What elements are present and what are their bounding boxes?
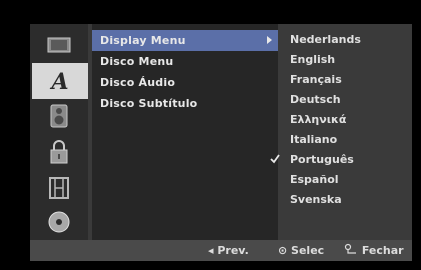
- option-greek[interactable]: Ελληνικά: [282, 110, 412, 130]
- option-svenska[interactable]: Svenska: [282, 190, 412, 210]
- option-label: Nederlands: [290, 33, 361, 46]
- category-sidebar: A: [30, 24, 88, 240]
- lock-icon[interactable]: [34, 136, 84, 168]
- svg-text:A: A: [49, 69, 68, 95]
- language-options: Nederlands English Français Deutsch Ελλη…: [270, 24, 412, 240]
- select-hint[interactable]: ⊙ Selec: [278, 240, 324, 261]
- language-icon[interactable]: A: [32, 63, 88, 99]
- disc-icon[interactable]: [34, 206, 84, 238]
- option-nederlands[interactable]: Nederlands: [282, 30, 412, 50]
- option-deutsch[interactable]: Deutsch: [282, 90, 412, 110]
- option-label: Deutsch: [290, 93, 341, 106]
- menu-item-disco-audio[interactable]: Disco Áudio: [92, 72, 278, 93]
- option-label: English: [290, 53, 336, 66]
- film-icon[interactable]: [34, 172, 84, 204]
- option-label: Svenska: [290, 193, 342, 206]
- option-label: Ελληνικά: [290, 113, 347, 126]
- display-icon[interactable]: [34, 30, 84, 62]
- option-label: Español: [290, 173, 339, 186]
- menu-item-label: Disco Subtítulo: [100, 97, 198, 110]
- menu-item-label: Disco Áudio: [100, 76, 176, 89]
- audio-icon[interactable]: [34, 100, 84, 132]
- option-english[interactable]: English: [282, 50, 412, 70]
- return-icon: [344, 243, 356, 254]
- option-francais[interactable]: Français: [282, 70, 412, 90]
- menu-item-disco-menu[interactable]: Disco Menu: [92, 51, 278, 72]
- menu-item-display-menu[interactable]: Display Menu: [92, 30, 278, 51]
- prev-hint[interactable]: ◂ Prev.: [208, 240, 249, 261]
- menu-item-disco-subtitulo[interactable]: Disco Subtítulo: [92, 93, 278, 114]
- menu-item-label: Display Menu: [100, 34, 186, 47]
- option-label: Français: [290, 73, 342, 86]
- option-italiano[interactable]: Italiano: [282, 130, 412, 150]
- footer-hint-bar: ◂ Prev. ⊙ Selec Fechar: [30, 240, 412, 261]
- option-portugues[interactable]: Português: [270, 150, 412, 170]
- option-label: Italiano: [290, 133, 338, 146]
- option-label: Português: [290, 153, 354, 166]
- close-hint[interactable]: Fechar: [344, 240, 404, 261]
- menu-item-label: Disco Menu: [100, 55, 174, 68]
- checkmark-icon: [270, 154, 280, 164]
- settings-menu: Display Menu Disco Menu Disco Áudio Disc…: [92, 24, 278, 240]
- setup-menu-panel: A Display Menu Disco Menu Disco Áudio Di…: [30, 24, 412, 261]
- close-label: Fechar: [361, 244, 404, 257]
- option-espanol[interactable]: Español: [282, 170, 412, 190]
- chevron-right-icon: [267, 36, 272, 44]
